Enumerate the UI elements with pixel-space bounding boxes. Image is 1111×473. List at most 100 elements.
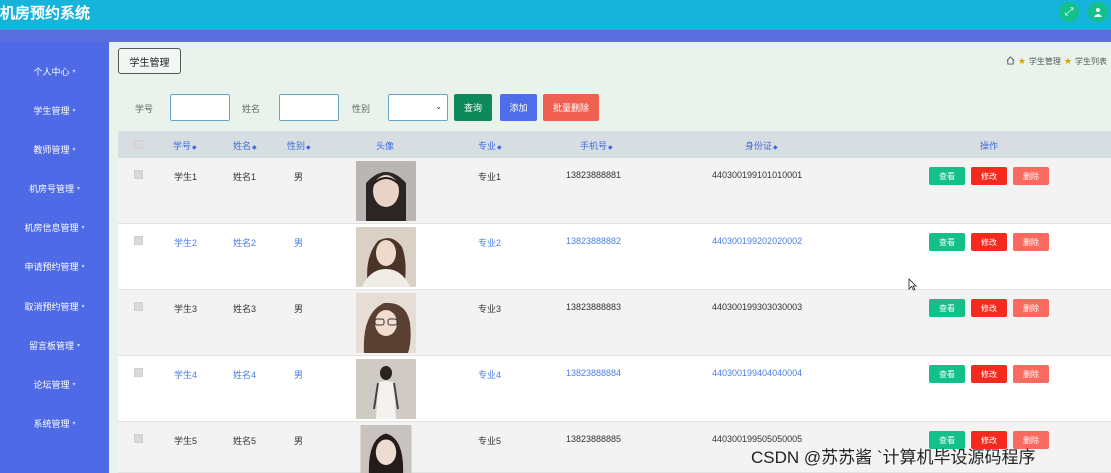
sidebar: 个人中心 ▾ 学生管理 ▾ 教师管理 ▾ 机房号管理 ▾ 机房信息管理 ▾ 申请预约管理 ▾… — [0, 42, 109, 473]
avatar — [356, 161, 416, 221]
sidebar-item-personal-center[interactable]: 个人中心 ▾ — [0, 61, 109, 81]
cell-phone: 13823888884 — [566, 368, 622, 378]
cell-gender: 男 — [294, 304, 304, 314]
cell-id-card: 440300199202020002 — [712, 236, 803, 246]
page-tag[interactable]: 学生管理 — [118, 48, 181, 74]
cell-gender: 男 — [294, 436, 304, 446]
sidebar-item-message-board-management[interactable]: 留言板管理 ▾ — [0, 335, 109, 355]
row-checkbox[interactable] — [134, 368, 143, 377]
sidebar-item-cancel-reservation-management[interactable]: 取消预约管理 ▾ — [0, 296, 109, 316]
cell-major: 专业2 — [478, 238, 502, 248]
header-label: 手机号 — [580, 141, 608, 151]
view-button[interactable]: 查看 — [929, 233, 965, 251]
user-icon[interactable] — [1088, 2, 1108, 22]
edit-button[interactable]: 修改 — [971, 299, 1007, 317]
sort-icon: ◆ — [773, 145, 778, 151]
sort-icon: ◆ — [608, 145, 613, 151]
sidebar-item-student-management[interactable]: 学生管理 ▾ — [0, 100, 109, 120]
delete-button[interactable]: 删除 — [1013, 299, 1049, 317]
header-label: 学号 — [173, 141, 192, 151]
sidebar-item-room-number-management[interactable]: 机房号管理 ▾ — [0, 178, 109, 198]
cell-phone: 13823888882 — [566, 236, 622, 246]
header-label: 性别 — [287, 141, 306, 151]
avatar — [356, 227, 416, 287]
batch-delete-button[interactable]: 批量删除 — [543, 94, 599, 121]
cell-name: 姓名2 — [233, 238, 257, 248]
chevron-down-icon: ▾ — [72, 107, 76, 114]
row-checkbox[interactable] — [134, 170, 143, 179]
student-id-input[interactable] — [170, 94, 230, 121]
sidebar-item-label: 留言板管理 — [28, 340, 74, 351]
header-label: 姓名 — [233, 141, 252, 151]
top-header: 机房预约系统 ⤢ — [0, 0, 1111, 30]
gender-select[interactable]: ⌄ — [388, 94, 448, 121]
query-button[interactable]: 查询 — [454, 94, 492, 121]
cell-id-card: 440300199101010001 — [712, 170, 803, 180]
header-gender[interactable]: 性别◆ — [287, 139, 311, 152]
sidebar-item-label: 学生管理 — [33, 105, 70, 116]
chevron-down-icon: ▾ — [81, 303, 85, 310]
watermark: CSDN @苏苏酱 `计算机毕设源码程序 — [751, 448, 1036, 467]
breadcrumb-item[interactable]: 学生管理 — [1029, 56, 1061, 67]
chevron-down-icon: ⌄ — [435, 102, 442, 111]
chevron-down-icon: ▾ — [72, 420, 76, 427]
view-button[interactable]: 查看 — [929, 365, 965, 383]
select-all-checkbox[interactable] — [134, 140, 143, 149]
cell-gender: 男 — [294, 238, 304, 248]
sidebar-item-room-info-management[interactable]: 机房信息管理 ▾ — [0, 217, 109, 237]
table-header: 学号◆ 姓名◆ 性别◆ 头像 专业◆ 手机号◆ 身份证◆ 操作 — [118, 131, 1111, 158]
delete-button[interactable]: 删除 — [1013, 233, 1049, 251]
cell-phone: 13823888885 — [566, 434, 622, 444]
edit-button[interactable]: 修改 — [971, 365, 1007, 383]
sort-icon: ◆ — [252, 145, 257, 151]
gender-label: 性别 — [352, 104, 371, 114]
cell-major: 专业1 — [478, 172, 502, 182]
header-phone[interactable]: 手机号◆ — [580, 139, 613, 152]
cell-name: 姓名5 — [233, 436, 257, 446]
delete-button[interactable]: 删除 — [1013, 167, 1049, 185]
header-student-id[interactable]: 学号◆ — [173, 139, 197, 152]
name-label: 姓名 — [242, 104, 261, 114]
breadcrumb-item: 学生列表 — [1075, 57, 1107, 66]
name-input[interactable] — [279, 94, 339, 121]
delete-button[interactable]: 删除 — [1013, 365, 1049, 383]
view-button[interactable]: 查看 — [929, 299, 965, 317]
sidebar-item-label: 系统管理 — [33, 418, 70, 429]
chevron-down-icon: ▾ — [72, 381, 76, 388]
row-checkbox[interactable] — [134, 302, 143, 311]
header-name[interactable]: 姓名◆ — [233, 139, 257, 152]
cell-id-card: 440300199404040004 — [712, 368, 803, 378]
avatar — [356, 359, 416, 419]
fullscreen-icon[interactable]: ⤢ — [1059, 2, 1079, 22]
table-row: 学生2 姓名2 男 专业2 13823888882 44030019920202… — [118, 224, 1111, 290]
star-icon: ★ — [1017, 56, 1026, 66]
home-icon[interactable] — [1006, 56, 1015, 67]
cell-phone: 13823888883 — [566, 302, 622, 312]
row-checkbox[interactable] — [134, 434, 143, 443]
header-major[interactable]: 专业◆ — [478, 139, 502, 152]
edit-button[interactable]: 修改 — [971, 167, 1007, 185]
sidebar-item-system-management[interactable]: 系统管理 ▾ — [0, 413, 109, 433]
header-id-card[interactable]: 身份证◆ — [745, 139, 778, 152]
sidebar-item-label: 教师管理 — [33, 144, 70, 155]
app-title: 机房预约系统 — [0, 5, 91, 22]
mouse-cursor-icon — [908, 278, 917, 294]
breadcrumb: ★ 学生管理 ★ 学生列表 — [1006, 56, 1107, 67]
sidebar-item-label: 取消预约管理 — [24, 301, 79, 312]
chevron-down-icon: ▾ — [81, 263, 85, 270]
sidebar-item-reservation-management[interactable]: 申请预约管理 ▾ — [0, 256, 109, 276]
cell-student-id: 学生1 — [174, 172, 198, 182]
add-button[interactable]: 添加 — [500, 94, 537, 121]
view-button[interactable]: 查看 — [929, 167, 965, 185]
table-row: 学生3 姓名3 男 专业3 13823888883 44030019930303… — [118, 290, 1111, 356]
sort-icon: ◆ — [192, 145, 197, 151]
row-checkbox[interactable] — [134, 236, 143, 245]
chevron-down-icon: ▾ — [77, 185, 81, 192]
avatar — [356, 293, 416, 353]
sidebar-item-label: 申请预约管理 — [24, 261, 79, 272]
sidebar-item-forum-management[interactable]: 论坛管理 ▾ — [0, 374, 109, 394]
header-actions: 操作 — [980, 141, 999, 151]
cell-name: 姓名1 — [233, 172, 257, 182]
edit-button[interactable]: 修改 — [971, 233, 1007, 251]
sidebar-item-teacher-management[interactable]: 教师管理 ▾ — [0, 139, 109, 159]
